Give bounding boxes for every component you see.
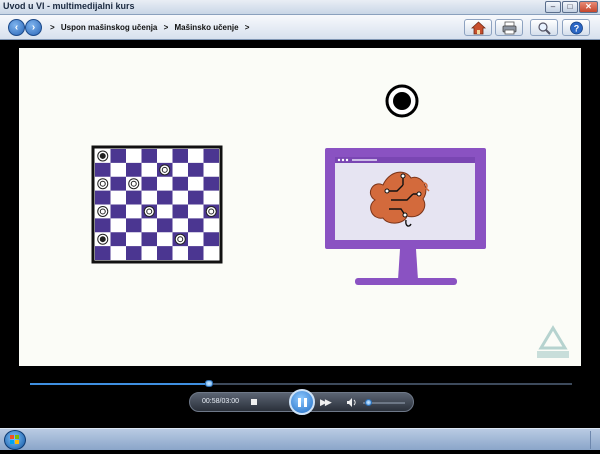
board-square xyxy=(95,190,111,205)
stop-button[interactable] xyxy=(251,399,257,405)
board-square xyxy=(110,232,126,247)
help-icon: ? xyxy=(570,21,583,35)
navigation-bar: ‹ › > Uspon mašinskog učenja > Mašinsko … xyxy=(0,15,600,40)
breadcrumb-separator: > xyxy=(163,23,169,32)
monitor-illustration xyxy=(325,148,486,285)
breadcrumb-separator: > xyxy=(50,23,55,32)
breadcrumb-item-masinsko-ucenje[interactable]: Mašinsko učenje xyxy=(175,23,239,32)
board-square xyxy=(188,162,204,177)
search-button[interactable] xyxy=(530,19,558,36)
board-square xyxy=(141,176,157,191)
board-square xyxy=(126,246,142,260)
windows-start-icon[interactable] xyxy=(4,430,26,450)
maximize-button[interactable]: □ xyxy=(562,1,578,13)
volume-icon[interactable] xyxy=(346,397,357,408)
title-bar: Uvod u VI - multimedijalni kurs – □ ✕ xyxy=(0,0,600,15)
board-square xyxy=(95,162,111,177)
checker-piece xyxy=(174,233,186,245)
checker-piece xyxy=(143,205,155,217)
show-desktop-button[interactable] xyxy=(590,431,598,449)
board-square xyxy=(157,218,173,233)
home-icon xyxy=(471,21,486,35)
pause-icon xyxy=(304,398,307,407)
board-square xyxy=(188,246,204,260)
board-square xyxy=(188,190,204,205)
board-square xyxy=(110,176,126,191)
home-button[interactable] xyxy=(464,19,492,36)
watermark-logo xyxy=(537,325,569,358)
volume-thumb[interactable] xyxy=(365,399,373,406)
board-square xyxy=(141,149,157,163)
board-square xyxy=(110,204,126,219)
board-square xyxy=(172,176,188,191)
board-square xyxy=(95,218,111,233)
transport-controls: 00:58/03:00 ▶▶ xyxy=(189,389,414,415)
search-icon xyxy=(538,22,551,35)
taskbar xyxy=(0,428,600,450)
slide-stage xyxy=(19,48,581,366)
checker-piece xyxy=(159,164,171,176)
print-icon xyxy=(502,21,517,35)
minimize-button[interactable]: – xyxy=(545,1,561,13)
seek-thumb[interactable] xyxy=(204,380,213,387)
forward-arrow-icon[interactable]: › xyxy=(25,19,42,36)
checker-piece xyxy=(97,150,109,162)
print-button[interactable] xyxy=(495,19,523,36)
seek-bar[interactable] xyxy=(30,380,572,387)
checker-piece xyxy=(205,205,217,217)
slide-illustration xyxy=(91,84,569,358)
board-square xyxy=(203,149,219,163)
back-arrow-icon[interactable]: ‹ xyxy=(8,19,25,36)
seek-progress xyxy=(30,383,209,385)
board-square xyxy=(172,149,188,163)
breadcrumb: > Uspon mašinskog učenja > Mašinsko učen… xyxy=(50,23,253,32)
board-square xyxy=(126,190,142,205)
checker-piece xyxy=(97,178,109,190)
board-square xyxy=(157,190,173,205)
board-square xyxy=(126,218,142,233)
board-square xyxy=(188,218,204,233)
board-square xyxy=(203,176,219,191)
help-label: ? xyxy=(574,24,580,34)
help-button[interactable]: ? xyxy=(562,19,590,36)
checker-piece xyxy=(97,233,109,245)
player-controls: 00:58/03:00 ▶▶ xyxy=(0,372,600,428)
nav-arrows: ‹ › xyxy=(8,19,42,36)
board-square xyxy=(157,246,173,260)
board-square xyxy=(95,246,111,260)
pause-icon xyxy=(298,398,301,407)
breadcrumb-item-uspon[interactable]: Uspon mašinskog učenja xyxy=(61,23,157,32)
fast-forward-button[interactable]: ▶▶ xyxy=(320,397,332,408)
board-square xyxy=(141,232,157,247)
time-display: 00:58/03:00 xyxy=(202,398,239,405)
target-icon xyxy=(385,84,419,118)
board-square xyxy=(110,149,126,163)
board-square xyxy=(203,232,219,247)
board-square xyxy=(172,204,188,219)
close-button[interactable]: ✕ xyxy=(579,1,598,13)
app-window: Uvod u VI - multimedijalni kurs – □ ✕ ‹ … xyxy=(0,0,600,428)
breadcrumb-separator: > xyxy=(244,23,250,32)
checker-piece xyxy=(97,205,109,217)
board-square xyxy=(126,162,142,177)
checkerboard xyxy=(91,145,223,264)
pause-button[interactable] xyxy=(289,389,315,415)
checker-piece xyxy=(128,178,140,190)
window-title: Uvod u VI - multimedijalni kurs xyxy=(3,1,135,11)
windows-logo-icon xyxy=(10,435,19,444)
